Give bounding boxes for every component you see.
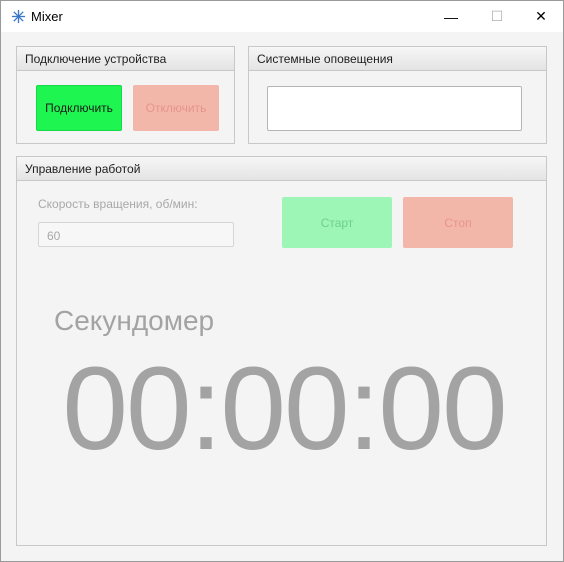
work-control-header: Управление работой [17, 157, 546, 181]
minimize-icon: — [444, 8, 458, 25]
close-button[interactable]: ✕ [518, 1, 564, 32]
snowflake-icon [11, 9, 26, 24]
device-connection-panel: Подключение устройства Подключить Отключ… [16, 46, 235, 144]
close-icon: ✕ [535, 8, 547, 24]
speed-input[interactable]: 60 [38, 222, 234, 247]
maximize-button[interactable]: ☐ [474, 1, 520, 32]
stop-button[interactable]: Стоп [403, 197, 513, 248]
maximize-icon: ☐ [490, 8, 504, 24]
stopwatch-display: 00:00:00 [62, 343, 507, 475]
disconnect-button[interactable]: Отключить [133, 85, 219, 131]
device-connection-header: Подключение устройства [17, 47, 234, 71]
app-window: Mixer — ☐ ✕ Подключение устройства Подкл… [0, 0, 564, 562]
system-notifications-panel: Системные оповещения [248, 46, 547, 144]
stopwatch-title: Секундомер [54, 305, 215, 336]
work-control-panel: Управление работой Скорость вращения, об… [16, 156, 547, 546]
main-content: Подключение устройства Подключить Отключ… [1, 32, 563, 561]
minimize-button[interactable]: — [428, 1, 474, 32]
window-title: Mixer [31, 9, 63, 24]
start-button[interactable]: Старт [282, 197, 392, 248]
speed-label: Скорость вращения, об/мин: [38, 197, 198, 211]
connect-button[interactable]: Подключить [36, 85, 122, 131]
system-notifications-header: Системные оповещения [249, 47, 546, 71]
notifications-field[interactable] [267, 86, 522, 131]
title-bar[interactable]: Mixer — ☐ ✕ [1, 1, 563, 32]
